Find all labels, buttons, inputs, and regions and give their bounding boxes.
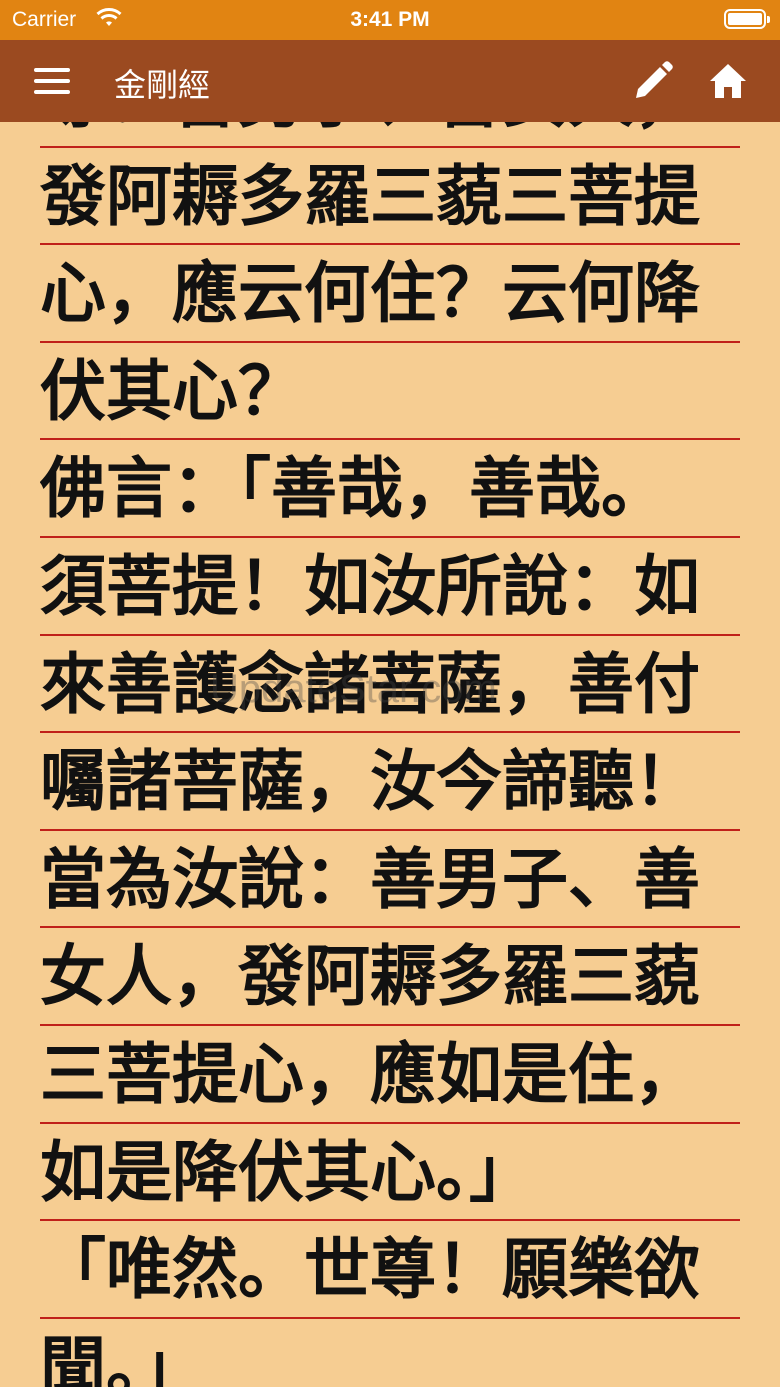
scripture-lines: 尊！善男子、善女人，發阿耨多羅三藐三菩提心，應云何住？云何降伏其心？佛言：「善哉…: [40, 122, 740, 1387]
text-line: 女人，發阿耨多羅三藐: [40, 928, 740, 1026]
text-line: 佛言：「善哉，善哉。: [40, 440, 740, 538]
text-line: 三菩提心，應如是住，: [40, 1026, 740, 1124]
home-button[interactable]: [704, 58, 752, 104]
watermark: UpdateStar.com: [210, 667, 497, 711]
edit-button[interactable]: [630, 58, 676, 104]
scripture-text-area[interactable]: 尊！善男子、善女人，發阿耨多羅三藐三菩提心，應云何住？云何降伏其心？佛言：「善哉…: [0, 122, 780, 1387]
menu-button[interactable]: [30, 64, 74, 98]
text-line: 伏其心？: [40, 343, 740, 441]
text-line: 須菩提！如汝所說：如: [40, 538, 740, 636]
page-title: 金剛經: [114, 66, 211, 104]
text-line: 當為汝說：善男子、善: [40, 831, 740, 929]
text-line: 「唯然。世尊！願樂欲: [40, 1221, 740, 1319]
clock: 3:41 PM: [350, 8, 430, 31]
text-line: 如是降伏其心。」: [40, 1124, 740, 1222]
text-line: 心，應云何住？云何降: [40, 245, 740, 343]
text-line: 聞。」: [40, 1319, 740, 1387]
navigation-bar: 金剛經: [0, 40, 780, 122]
home-icon: [710, 64, 746, 98]
status-bar: Carrier 3:41 PM: [0, 0, 780, 40]
text-line: 囑諸菩薩，汝今諦聽！: [40, 733, 740, 831]
pencil-icon: [636, 61, 673, 98]
text-line: 尊！善男子、善女人，: [40, 122, 740, 148]
text-line: 發阿耨多羅三藐三菩提: [40, 148, 740, 246]
battery-icon: [724, 9, 770, 29]
